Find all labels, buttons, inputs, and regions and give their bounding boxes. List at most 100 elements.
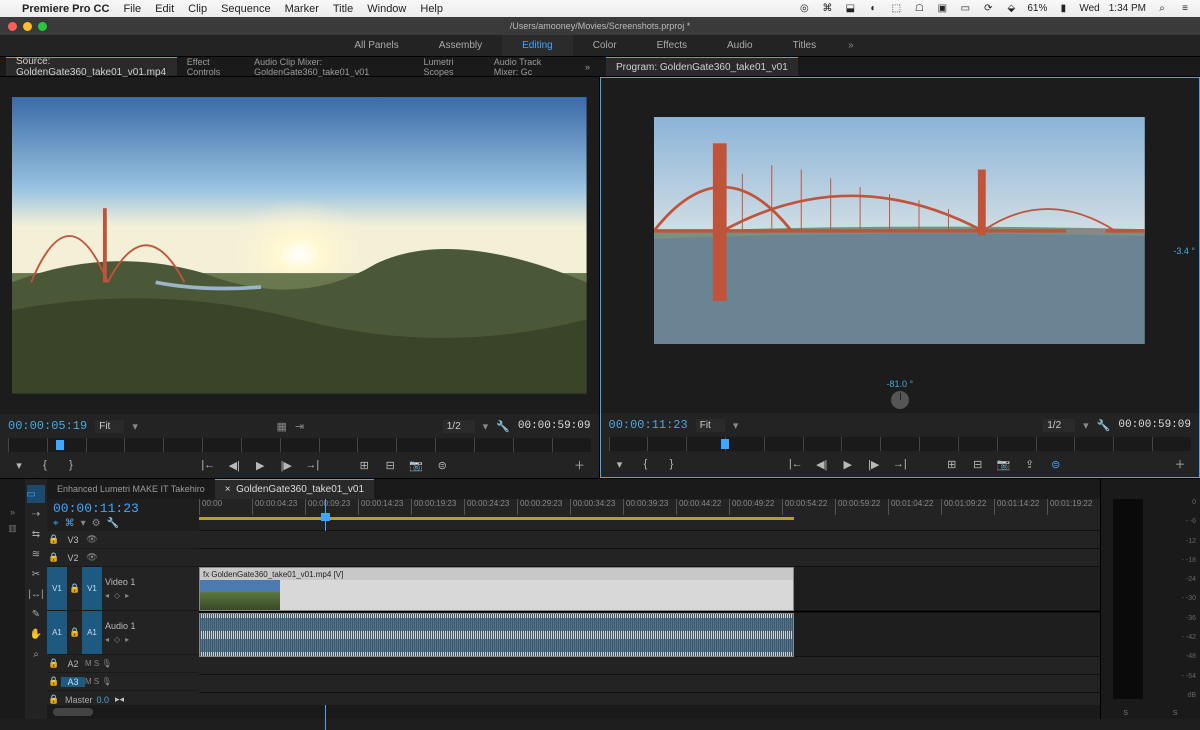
icon-overlay-1[interactable]: ▦ <box>276 420 286 433</box>
source-patch-a1[interactable]: A1 <box>47 611 67 654</box>
project-panel-collapsed[interactable]: » ▥ <box>0 479 25 719</box>
chevron-right-icon[interactable]: » <box>10 507 15 517</box>
share-icon[interactable]: ⇪ <box>1021 455 1039 473</box>
play-icon[interactable]: ▶ <box>251 456 269 474</box>
source-playhead[interactable] <box>56 440 64 450</box>
shield-icon[interactable]: ☖ <box>912 2 926 16</box>
video-clip[interactable]: fxGoldenGate360_take01_v01.mp4 [V] <box>199 567 794 611</box>
export-frame-icon[interactable]: 📷 <box>995 455 1013 473</box>
status-icon[interactable]: ◎ <box>797 2 811 16</box>
tab-lumetri-scopes[interactable]: Lumetri Scopes <box>413 57 483 76</box>
workspace-editing[interactable]: Editing <box>502 35 573 56</box>
ripple-edit-tool-icon[interactable]: ⇆ <box>27 525 45 543</box>
workspace-titles[interactable]: Titles <box>773 35 837 56</box>
clock-day[interactable]: Wed <box>1079 3 1099 14</box>
zoom-window-button[interactable] <box>38 22 47 31</box>
linked-selection-icon[interactable]: ⌘ <box>65 518 75 529</box>
out-point-icon[interactable]: } <box>62 456 80 474</box>
button-editor-icon[interactable]: ＋ <box>571 456 589 474</box>
export-frame-icon[interactable]: 📷 <box>407 456 425 474</box>
selection-tool-icon[interactable]: ▭ <box>27 485 45 503</box>
menu-edit[interactable]: Edit <box>155 3 174 15</box>
workspace-effects[interactable]: Effects <box>637 35 707 56</box>
lock-icon[interactable]: 🔒 <box>47 694 61 705</box>
dropbox-icon[interactable]: ⬓ <box>843 2 857 16</box>
timeline-ruler[interactable]: 00:0000:00:04:2300:00:09:2300:00:14:2300… <box>199 499 1100 531</box>
wrench-icon[interactable]: 🔧 <box>107 518 119 529</box>
wifi-icon[interactable]: ⬙ <box>1004 2 1018 16</box>
razor-tool-icon[interactable]: ✂ <box>27 565 45 583</box>
go-to-in-icon[interactable]: |← <box>199 456 217 474</box>
step-forward-icon[interactable]: |▶ <box>865 455 883 473</box>
menu-icon[interactable]: ≡ <box>1178 2 1192 16</box>
display-icon[interactable]: ▭ <box>958 2 972 16</box>
lift-icon[interactable]: ⊞ <box>943 455 961 473</box>
keyframe-next-icon[interactable]: ▸ <box>125 635 129 644</box>
step-back-icon[interactable]: ◀| <box>813 455 831 473</box>
button-editor-icon[interactable]: ＋ <box>1171 455 1189 473</box>
master-value[interactable]: 0.0 <box>97 695 110 705</box>
program-viewport[interactable]: -3.4 ° -81.0 ° <box>601 78 1200 413</box>
tab-overflow-icon[interactable]: » <box>575 57 600 76</box>
track-v3-label[interactable]: V3 <box>61 535 85 545</box>
lock-icon[interactable]: 🔒 <box>47 676 61 687</box>
menu-marker[interactable]: Marker <box>285 3 319 15</box>
status-icon[interactable]: ⬚ <box>889 2 903 16</box>
settings-icon[interactable]: ⚙ <box>92 518 101 529</box>
vr-toggle-icon[interactable]: ⊜ <box>1047 455 1065 473</box>
go-to-in-icon[interactable]: |← <box>787 455 805 473</box>
source-patch-v1[interactable]: V1 <box>47 567 67 610</box>
play-icon[interactable]: ▶ <box>839 455 857 473</box>
clock-time[interactable]: 1:34 PM <box>1109 3 1146 14</box>
timeline-tab-0[interactable]: Enhanced Lumetri MAKE IT Takehiro <box>47 479 215 499</box>
eye-icon[interactable]: 👁 <box>85 552 99 563</box>
overwrite-icon[interactable]: ⊟ <box>381 456 399 474</box>
target-v1[interactable]: V1 <box>82 567 102 610</box>
workspace-assembly[interactable]: Assembly <box>419 35 502 56</box>
lock-icon[interactable]: 🔒 <box>47 658 61 669</box>
settings-icon[interactable]: 🔧 <box>1097 419 1111 432</box>
program-scrub-bar[interactable] <box>609 437 1192 451</box>
menu-title[interactable]: Title <box>333 3 353 15</box>
battery-icon[interactable]: ▮ <box>1056 2 1070 16</box>
tab-audio-track-mixer[interactable]: Audio Track Mixer: Gc <box>484 57 575 76</box>
minimize-window-button[interactable] <box>23 22 32 31</box>
timeline-zoom-scrollbar[interactable] <box>47 705 1100 719</box>
track-v2-label[interactable]: V2 <box>61 553 85 563</box>
zoom-tool-icon[interactable]: ⌕ <box>27 645 45 663</box>
rate-stretch-tool-icon[interactable]: ≋ <box>27 545 45 563</box>
track-select-tool-icon[interactable]: ⇢ <box>27 505 45 523</box>
source-res-select[interactable]: 1/2 <box>443 420 475 433</box>
vr-toggle-icon[interactable]: ⊜ <box>433 456 451 474</box>
audio-clip[interactable] <box>199 613 794 657</box>
source-scrub-bar[interactable] <box>8 438 591 452</box>
keyframe-prev-icon[interactable]: ◂ <box>105 591 109 600</box>
timeline-tab-1[interactable]: × GoldenGate360_take01_v01 <box>215 479 374 499</box>
program-fit-select[interactable]: Fit <box>696 419 725 432</box>
close-window-button[interactable] <box>8 22 17 31</box>
keyframe-add-icon[interactable]: ◇ <box>114 591 120 600</box>
lock-icon[interactable]: 🔒 <box>47 552 61 563</box>
settings-icon[interactable]: 🔧 <box>496 420 510 433</box>
in-point-icon[interactable]: { <box>637 455 655 473</box>
source-viewport[interactable] <box>0 77 599 414</box>
out-point-icon[interactable]: } <box>663 455 681 473</box>
lock-icon[interactable]: 🔒 <box>68 583 82 594</box>
track-a3-label[interactable]: A3 <box>61 677 85 687</box>
lock-icon[interactable]: 🔒 <box>47 534 61 545</box>
marker-icon[interactable]: ▾ <box>81 518 86 529</box>
lock-icon[interactable]: 🔒 <box>68 627 82 638</box>
app-name[interactable]: Premiere Pro CC <box>22 3 109 15</box>
source-fit-select[interactable]: Fit <box>95 420 124 433</box>
tab-program[interactable]: Program: GoldenGate360_take01_v01 <box>606 57 798 76</box>
meter-icon[interactable]: ▸◂ <box>115 694 124 705</box>
timeline-timecode[interactable]: 00:00:11:23 <box>53 501 193 516</box>
menu-help[interactable]: Help <box>420 3 443 15</box>
hand-tool-icon[interactable]: ✋ <box>27 625 45 643</box>
step-forward-icon[interactable]: |▶ <box>277 456 295 474</box>
menu-window[interactable]: Window <box>367 3 406 15</box>
timeline-track-area[interactable]: fxGoldenGate360_take01_v01.mp4 [V] <box>199 531 1100 705</box>
icon-overlay-2[interactable]: ⇥ <box>295 420 304 433</box>
snap-icon[interactable]: ⌖ <box>53 518 59 529</box>
marker-add-icon[interactable]: ▾ <box>10 456 28 474</box>
